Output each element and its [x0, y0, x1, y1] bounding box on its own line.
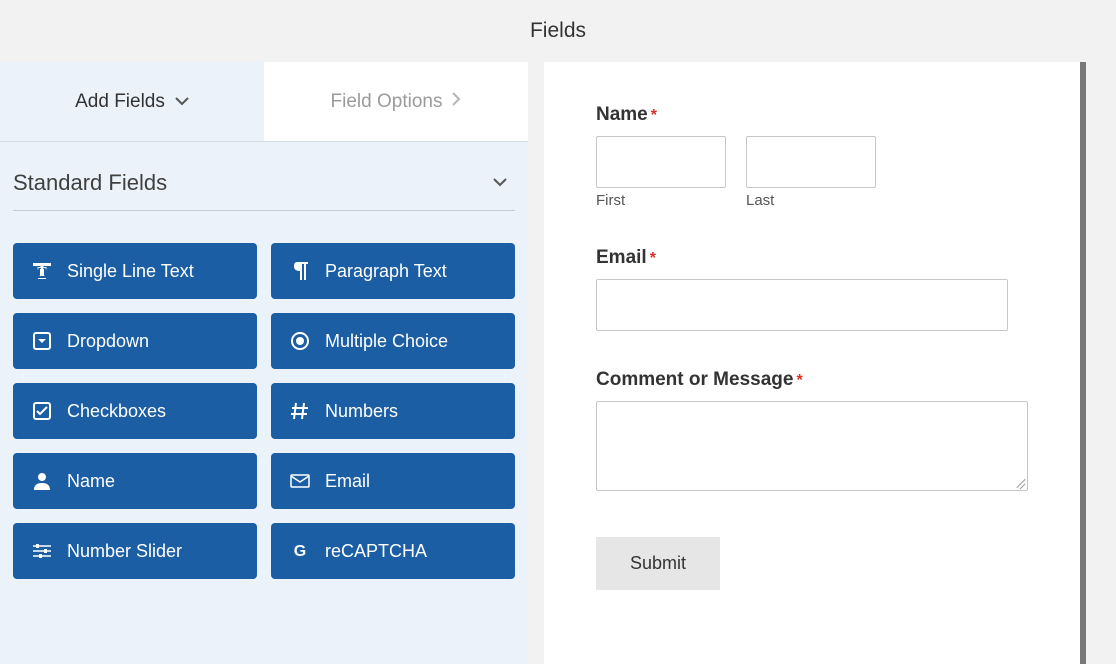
field-label: Number Slider	[67, 541, 182, 562]
form-preview-wrap: Name* First Last Email* Comment o	[528, 62, 1116, 664]
required-mark: *	[650, 250, 656, 267]
field-dropdown[interactable]: Dropdown	[13, 313, 257, 369]
page-header: Fields	[0, 0, 1116, 62]
first-name-column: First	[596, 136, 726, 209]
field-label-email: Email	[596, 247, 647, 268]
svg-text:T: T	[37, 265, 47, 279]
field-label-name: Name	[596, 104, 648, 125]
hash-icon	[289, 402, 311, 420]
text-icon: T	[31, 263, 53, 279]
page-title: Fields	[530, 19, 586, 43]
chevron-down-icon	[175, 93, 189, 111]
field-label: Checkboxes	[67, 401, 166, 422]
user-icon	[31, 472, 53, 490]
required-mark: *	[651, 107, 657, 124]
resize-handle-icon[interactable]	[1013, 476, 1025, 488]
field-number-slider[interactable]: Number Slider	[13, 523, 257, 579]
envelope-icon	[289, 474, 311, 488]
dropdown-icon	[31, 332, 53, 350]
field-label: Paragraph Text	[325, 261, 447, 282]
first-name-input[interactable]	[596, 136, 726, 188]
checkbox-icon	[31, 402, 53, 420]
tab-label: Field Options	[331, 91, 443, 113]
field-grid: T Single Line Text Paragraph Text Dropdo…	[0, 211, 528, 579]
chevron-down-icon	[493, 174, 515, 192]
recaptcha-icon: G	[289, 542, 311, 560]
comment-textarea[interactable]	[596, 401, 1028, 491]
email-input[interactable]	[596, 279, 1008, 331]
field-label: Numbers	[325, 401, 398, 422]
field-recaptcha[interactable]: G reCAPTCHA	[271, 523, 515, 579]
field-label-comment: Comment or Message	[596, 369, 793, 390]
field-label: reCAPTCHA	[325, 541, 427, 562]
radio-icon	[289, 332, 311, 350]
submit-label: Submit	[630, 553, 686, 573]
submit-button[interactable]: Submit	[596, 537, 720, 590]
last-name-input[interactable]	[746, 136, 876, 188]
name-input-row: First Last	[596, 136, 1028, 209]
field-label: Dropdown	[67, 331, 149, 352]
field-checkboxes[interactable]: Checkboxes	[13, 383, 257, 439]
section-title: Standard Fields	[13, 170, 167, 196]
field-single-line-text[interactable]: T Single Line Text	[13, 243, 257, 299]
field-label: Single Line Text	[67, 261, 194, 282]
last-sublabel: Last	[746, 192, 876, 209]
last-name-column: Last	[746, 136, 876, 209]
main-container: Add Fields Field Options Standard Fields	[0, 62, 1116, 664]
field-multiple-choice[interactable]: Multiple Choice	[271, 313, 515, 369]
field-label: Multiple Choice	[325, 331, 448, 352]
tab-add-fields[interactable]: Add Fields	[0, 62, 264, 141]
sliders-icon	[31, 543, 53, 559]
field-email[interactable]: Email	[271, 453, 515, 509]
svg-text:G: G	[294, 543, 306, 560]
tab-field-options[interactable]: Field Options	[264, 62, 528, 141]
form-preview: Name* First Last Email* Comment o	[544, 62, 1080, 664]
chevron-right-icon	[452, 92, 461, 111]
field-label: Name	[67, 471, 115, 492]
field-numbers[interactable]: Numbers	[271, 383, 515, 439]
sidebar-tabs: Add Fields Field Options	[0, 62, 528, 142]
paragraph-icon	[289, 262, 311, 280]
field-name[interactable]: Name	[13, 453, 257, 509]
tab-label: Add Fields	[75, 91, 165, 113]
section-standard-fields[interactable]: Standard Fields	[13, 170, 515, 211]
fields-sidebar: Add Fields Field Options Standard Fields	[0, 62, 528, 664]
form-field-email[interactable]: Email*	[596, 247, 1028, 331]
first-sublabel: First	[596, 192, 726, 209]
field-paragraph-text[interactable]: Paragraph Text	[271, 243, 515, 299]
form-field-comment[interactable]: Comment or Message*	[596, 369, 1028, 491]
required-mark: *	[796, 372, 802, 389]
form-field-name[interactable]: Name* First Last	[596, 104, 1028, 209]
field-label: Email	[325, 471, 370, 492]
